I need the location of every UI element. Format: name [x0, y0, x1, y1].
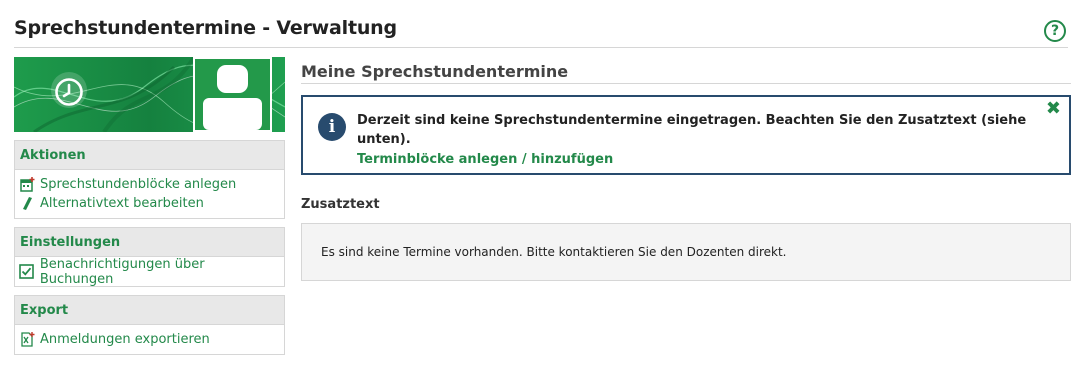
main-content: Meine Sprechstundentermine i ✖ Derzeit s…	[301, 60, 1071, 281]
create-blocks-label: Sprechstundenblöcke anlegen	[40, 177, 237, 192]
help-icon[interactable]: ?	[1044, 20, 1066, 42]
extra-text-body: Es sind keine Termine vorhanden. Bitte k…	[321, 245, 787, 259]
export-registrations-label: Anmeldungen exportieren	[40, 332, 210, 347]
notifications-label: Benachrichtigungen über Buchungen	[39, 256, 205, 287]
settings-widget: Einstellungen Benachrichtigungen über Bu…	[14, 227, 285, 287]
create-blocks-link[interactable]: Sprechstundenblöcke anlegen	[19, 175, 280, 194]
export-file-icon	[19, 332, 35, 348]
pencil-icon	[19, 196, 35, 212]
export-heading: Export	[15, 296, 284, 325]
sidebar-banner	[14, 57, 285, 132]
info-message-box: i ✖ Derzeit sind keine Sprechstundenterm…	[301, 95, 1071, 175]
notifications-toggle[interactable]: Benachrichtigungen über Buchungen	[19, 257, 280, 287]
close-icon[interactable]: ✖	[1046, 98, 1061, 119]
extra-text-heading: Zusatztext	[301, 197, 380, 212]
create-blocks-info-link[interactable]: Terminblöcke anlegen / hinzufügen	[357, 149, 1053, 171]
export-widget: Export Anmeldungen exportieren	[14, 295, 285, 355]
page-header: Sprechstundentermine - Verwaltung ?	[14, 16, 1068, 48]
user-silhouette-icon	[203, 65, 262, 130]
avatar	[193, 57, 272, 132]
edit-alt-text-link[interactable]: Alternativtext bearbeiten	[19, 194, 280, 213]
checkbox-checked-icon[interactable]	[19, 264, 35, 280]
page-title: Sprechstundentermine - Verwaltung	[14, 17, 397, 39]
actions-widget: Aktionen Sprechstundenblöcke anlegen Alt…	[14, 140, 285, 219]
info-message-text: Derzeit sind keine Sprechstundentermine …	[357, 113, 1027, 147]
export-registrations-link[interactable]: Anmeldungen exportieren	[19, 330, 280, 349]
extra-text-box: Es sind keine Termine vorhanden. Bitte k…	[301, 223, 1071, 281]
calendar-add-icon	[19, 177, 35, 193]
sidebar: Aktionen Sprechstundenblöcke anlegen Alt…	[14, 57, 285, 355]
clock-icon	[55, 78, 83, 106]
settings-heading: Einstellungen	[15, 228, 284, 257]
section-title: Meine Sprechstundentermine	[301, 60, 1071, 84]
actions-heading: Aktionen	[15, 141, 284, 170]
edit-alt-text-label: Alternativtext bearbeiten	[40, 196, 204, 211]
info-icon: i	[318, 113, 346, 141]
